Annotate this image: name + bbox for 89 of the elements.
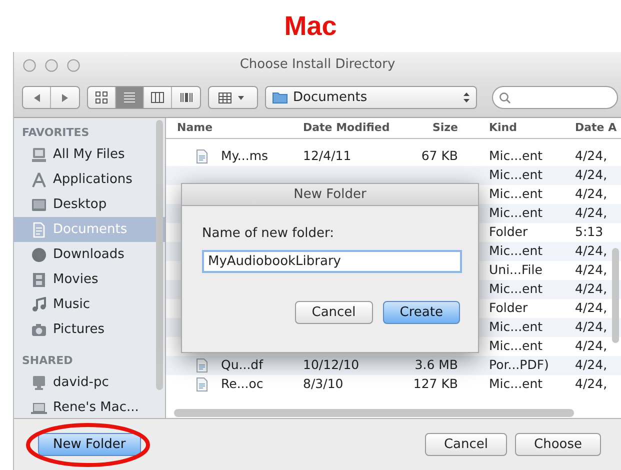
music-note-icon xyxy=(31,296,47,312)
table-cell: Uni...File xyxy=(489,262,542,278)
scroll-bar[interactable] xyxy=(612,248,619,343)
table-cell: Mic...ent xyxy=(489,186,543,202)
table-cell: Mic...ent xyxy=(489,338,543,354)
table-cell: 4/24, xyxy=(575,376,608,392)
sidebar-item[interactable]: Applications xyxy=(14,167,165,192)
table-cell: Mic...ent xyxy=(489,281,543,296)
column-header[interactable]: Date Modified xyxy=(303,120,390,134)
computer-display-icon xyxy=(31,374,47,390)
table-cell: Mic...ent xyxy=(489,205,543,220)
sidebar-item[interactable]: david-pc xyxy=(14,370,165,395)
dialog-button[interactable]: Create xyxy=(382,300,460,324)
column-header[interactable]: Date A xyxy=(575,120,617,134)
dialog-button[interactable]: Cancel xyxy=(294,300,373,324)
folder-icon xyxy=(272,91,288,104)
camera-icon xyxy=(31,322,47,338)
dialog-title: New Folder xyxy=(182,184,478,206)
table-cell: Folder xyxy=(489,224,528,240)
table-cell: 4/24, xyxy=(575,319,608,334)
sidebar-item[interactable]: Music xyxy=(14,292,165,317)
table-cell: Mic...ent xyxy=(489,148,543,164)
table-cell: Qu...df xyxy=(221,357,264,372)
back-icon[interactable] xyxy=(32,92,42,102)
document-icon xyxy=(196,149,208,164)
window-control-icon[interactable] xyxy=(45,58,58,72)
table-cell: 4/24, xyxy=(575,357,608,372)
table-cell: 4/24, xyxy=(575,167,608,182)
table-cell: 4/24, xyxy=(575,338,608,354)
table-cell: 4/24, xyxy=(575,186,608,202)
list-view-icon[interactable] xyxy=(123,91,136,104)
compass-ruler-icon xyxy=(31,172,47,188)
table-cell: 67 KB xyxy=(421,148,458,164)
path-popup[interactable]: Documents xyxy=(265,86,477,109)
download-icon xyxy=(31,246,47,262)
window-title: Choose Install Directory xyxy=(240,57,396,72)
sidebar-item[interactable]: Pictures xyxy=(14,317,165,342)
table-cell: 4/24, xyxy=(575,148,608,164)
scroll-bar[interactable] xyxy=(156,120,163,390)
table-cell: 4/24, xyxy=(575,205,608,220)
search-icon xyxy=(499,92,511,104)
sidebar-item[interactable]: All My Files xyxy=(14,142,165,167)
column-view-icon[interactable] xyxy=(151,91,164,104)
folder-name-field[interactable]: MyAudiobookLibrary xyxy=(202,250,462,272)
field-label: Name of new folder: xyxy=(202,225,336,243)
table-cell: 4/24, xyxy=(575,281,608,296)
table-cell: Mic...ent xyxy=(489,167,543,182)
sidebar-heading: FAVORITES xyxy=(21,125,90,141)
table-cell: Mic...ent xyxy=(489,376,543,392)
dialog-button[interactable]: Cancel xyxy=(424,433,507,456)
table-cell: Mic...ent xyxy=(489,319,543,334)
document-icon xyxy=(31,222,47,238)
sidebar-item[interactable]: Desktop xyxy=(14,192,165,217)
column-header[interactable]: Kind xyxy=(489,120,517,134)
sidebar-heading: SHARED xyxy=(21,353,74,369)
sidebar-item[interactable]: Movies xyxy=(14,267,165,292)
table-cell: 12/4/11 xyxy=(303,148,352,164)
table-cell: Re...oc xyxy=(221,376,264,392)
table-cell: 10/12/10 xyxy=(303,357,360,372)
table-cell: 5:13 xyxy=(575,224,604,240)
window-control-icon[interactable] xyxy=(23,58,36,72)
horizontal-scroll-bar[interactable] xyxy=(174,409,574,417)
new-folder-button[interactable]: New Folder xyxy=(38,433,141,456)
table-cell: 4/24, xyxy=(575,243,608,258)
table-cell: 3.6 MB xyxy=(414,357,458,372)
search-field[interactable] xyxy=(492,86,618,109)
table-cell: 4/24, xyxy=(575,262,608,278)
dialog-button[interactable]: Choose xyxy=(515,433,601,456)
icon-view-icon[interactable] xyxy=(95,91,108,104)
forward-icon[interactable] xyxy=(60,92,70,102)
table-cell: Por...PDF) xyxy=(489,357,549,372)
sidebar-item[interactable]: Downloads xyxy=(14,242,165,267)
sidebar-item[interactable]: Rene's Mac... xyxy=(14,395,165,420)
cover-flow-icon[interactable] xyxy=(180,91,192,104)
document-icon xyxy=(196,377,208,392)
column-header[interactable]: Name xyxy=(177,120,213,134)
film-icon xyxy=(31,272,47,288)
table-cell: My...ms xyxy=(221,148,268,164)
table-cell: Folder xyxy=(489,300,528,316)
column-header[interactable]: Size xyxy=(432,120,458,134)
window-control-icon[interactable] xyxy=(67,58,80,72)
table-cell: 8/3/10 xyxy=(303,376,344,392)
table-cell: 4/24, xyxy=(575,300,608,316)
desktop-icon xyxy=(31,196,47,212)
table-cell: Mic...ent xyxy=(489,243,543,258)
annotation-title: Mac xyxy=(284,10,337,42)
updown-icon xyxy=(463,92,470,103)
table-cell: 127 KB xyxy=(413,376,458,392)
computer-files-icon xyxy=(31,146,47,162)
